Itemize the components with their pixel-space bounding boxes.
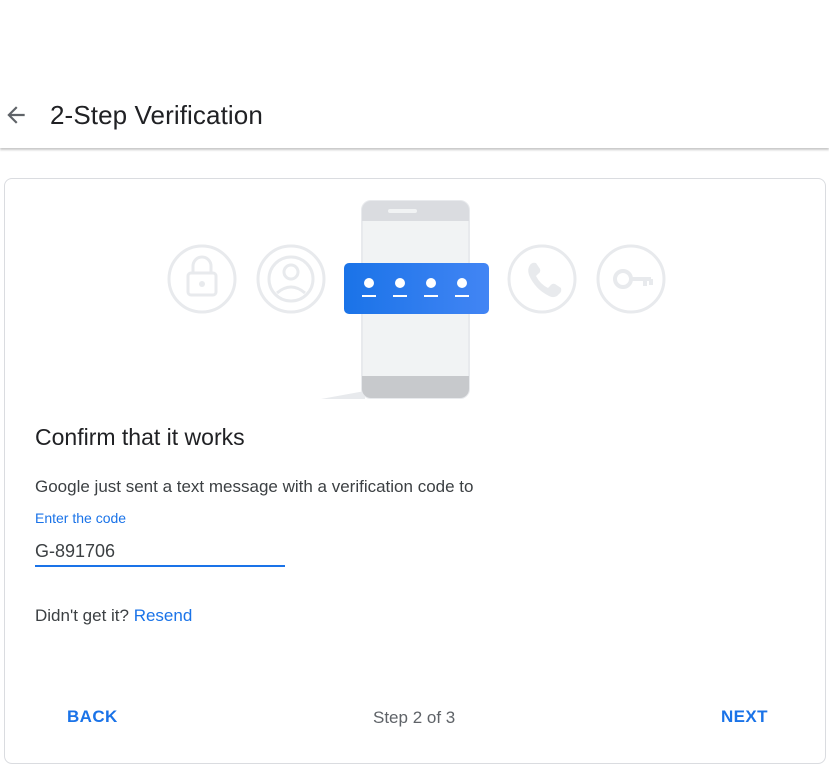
confirm-heading: Confirm that it works — [35, 424, 245, 450]
code-panel — [344, 263, 489, 314]
code-dot — [457, 278, 467, 288]
resend-line: Didn't get it? Resend — [35, 605, 192, 627]
code-field-label: Enter the code — [35, 510, 127, 526]
key-icon — [596, 244, 666, 314]
account-circle-icon — [256, 244, 326, 314]
phone-icon — [507, 244, 577, 314]
code-dash — [424, 295, 438, 297]
code-dash — [393, 295, 407, 297]
arrow-back-icon[interactable] — [3, 102, 29, 128]
verification-description: Google just sent a text message with a v… — [35, 477, 474, 496]
verification-illustration — [167, 200, 666, 399]
code-dot — [364, 278, 374, 288]
lock-icon — [167, 244, 237, 314]
back-button[interactable]: BACK — [57, 701, 128, 733]
page-title: 2-Step Verification — [50, 100, 263, 130]
code-dot — [395, 278, 405, 288]
resend-link[interactable]: Resend — [134, 606, 193, 625]
code-dot — [426, 278, 436, 288]
code-dash — [455, 295, 469, 297]
step-indicator: Step 2 of 3 — [373, 708, 456, 727]
next-button[interactable]: NEXT — [711, 701, 778, 733]
code-dash — [362, 295, 376, 297]
verification-code-input[interactable] — [35, 537, 285, 567]
app-header: 2-Step Verification — [0, 78, 829, 148]
resend-prefix: Didn't get it? — [35, 606, 129, 625]
verification-card: Confirm that it works Google just sent a… — [4, 178, 826, 764]
